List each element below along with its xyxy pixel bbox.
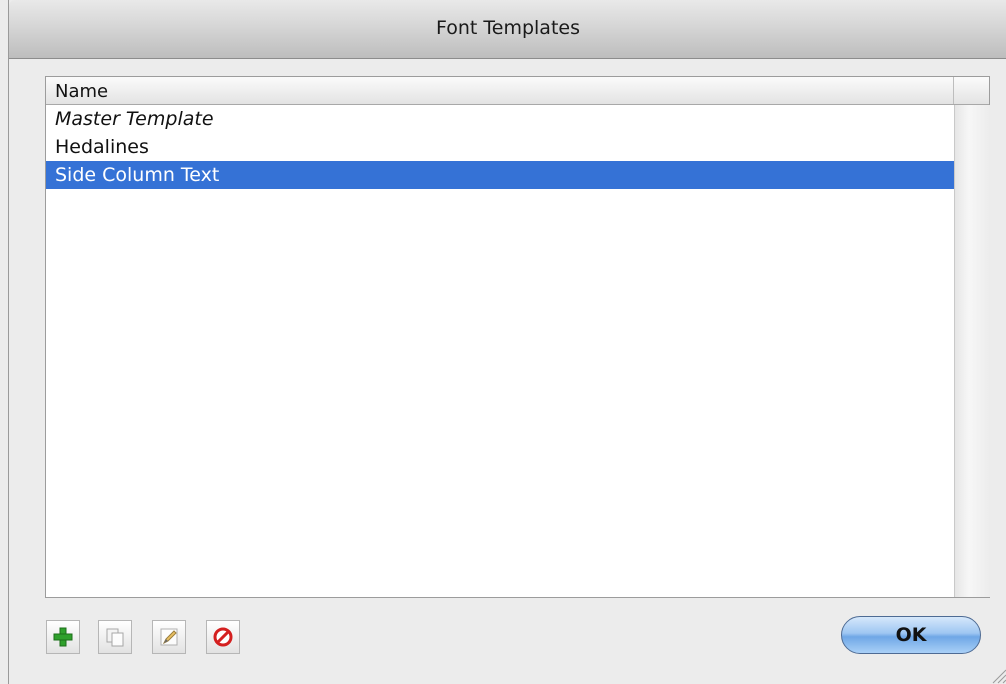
resize-grip-icon[interactable] [985,662,1006,684]
duplicate-template-button[interactable] [98,620,132,654]
table-row-hedalines[interactable]: Hedalines [46,133,954,161]
add-template-button[interactable] [46,620,80,654]
delete-template-button[interactable] [206,620,240,654]
duplicate-icon [106,628,124,647]
font-templates-dialog: Font Templates Name Master Template Heda… [8,0,1006,684]
table-row-master-template[interactable]: Master Template [46,105,954,133]
vertical-scrollbar[interactable] [954,105,990,597]
table-rows: Master Template Hedalines Side Column Te… [46,105,954,189]
column-header-name[interactable]: Name [46,77,954,104]
column-header-corner [954,77,989,104]
edit-template-button[interactable] [152,620,186,654]
table-header: Name [46,77,989,105]
table-row-side-column-text[interactable]: Side Column Text [46,161,954,189]
ok-button[interactable]: OK [841,616,981,654]
edit-icon [160,628,178,646]
window-title: Font Templates [435,17,580,39]
add-icon [53,627,73,647]
delete-icon [213,627,233,647]
templates-table[interactable]: Name Master Template Hedalines Side Colu… [45,76,990,598]
title-bar[interactable]: Font Templates [9,0,1006,59]
